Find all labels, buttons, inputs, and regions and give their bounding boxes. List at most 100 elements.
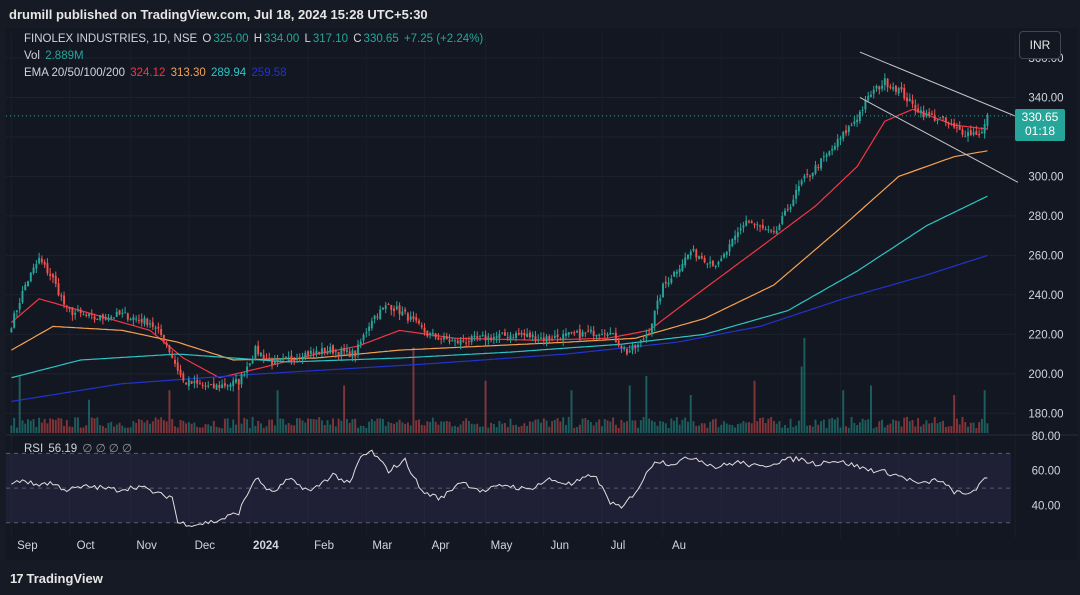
volume-bar [409, 425, 412, 433]
volume-bar [190, 423, 193, 433]
volume-bar [667, 427, 670, 433]
candle-body [772, 231, 775, 233]
candle-body [598, 334, 601, 336]
currency-button[interactable]: INR [1019, 31, 1061, 59]
candle-body [379, 309, 382, 320]
volume-label[interactable]: Vol [24, 50, 40, 62]
volume-bar [886, 424, 889, 433]
candle-body [673, 271, 676, 277]
candle-body [537, 339, 540, 341]
volume-bar [609, 421, 612, 433]
volume-bar [650, 420, 653, 433]
volume-bar [254, 425, 257, 433]
candle-body [858, 111, 861, 121]
volume-bar [118, 422, 121, 433]
volume-bar [476, 423, 479, 433]
time-tick-label: May [491, 540, 513, 552]
chart-panel[interactable]: 180.00 200.00 220.00 240.00 260.00 280.00 300.… [6, 28, 1078, 560]
volume-bar [501, 423, 504, 433]
candle-body [198, 383, 201, 385]
candle-body [553, 335, 556, 338]
candle-body [251, 358, 254, 364]
candle-body [808, 175, 811, 177]
candle-body [282, 357, 285, 360]
candle-body [232, 380, 235, 386]
volume-bar [418, 419, 420, 433]
candle-body [936, 119, 939, 121]
candle-body [99, 315, 102, 320]
volume-bar [892, 419, 895, 433]
time-tick-label: Apr [432, 540, 450, 552]
candle-body [706, 263, 709, 265]
open-value: 325.00 [213, 33, 249, 45]
candle-body [881, 85, 884, 89]
candle-body [720, 258, 723, 262]
volume-bar [784, 424, 786, 433]
candle-body [348, 351, 351, 357]
candle-body [146, 318, 149, 326]
candle-body [567, 332, 570, 336]
candle-body [950, 123, 953, 125]
legend-symbol[interactable]: FINOLEX INDUSTRIES, 1D, NSE [24, 33, 197, 45]
bar-countdown: 01:18 [1024, 124, 1056, 138]
candle-body [60, 295, 63, 297]
volume-bar [620, 419, 623, 433]
volume-bar [775, 423, 778, 433]
volume-bar [759, 418, 762, 433]
volume-bar [287, 423, 290, 433]
legend-ema-row: EMA 20/50/100/200 324.12 313.30 289.94 2… [24, 67, 289, 79]
volume-bar [553, 419, 556, 433]
volume-bar [709, 421, 712, 433]
volume-bar [839, 427, 842, 433]
volume-bar [348, 422, 351, 433]
candle-body [467, 341, 470, 343]
volume-bar [271, 419, 274, 433]
volume-bar [814, 419, 817, 433]
volume-bar [648, 418, 651, 433]
candle-body [886, 78, 889, 88]
volume-bar [431, 417, 434, 433]
volume-bar [517, 426, 520, 433]
candle-body [490, 337, 493, 341]
ema-label[interactable]: EMA 20/50/100/200 [24, 67, 125, 79]
candle-body [185, 382, 188, 385]
volume-bar [731, 424, 734, 433]
candle-body [703, 257, 706, 263]
candle-body [867, 95, 870, 101]
volume-bar [298, 418, 301, 433]
candle-body [759, 225, 762, 227]
volume-bar [470, 423, 473, 433]
candle-body [398, 305, 401, 315]
candle-body [836, 139, 839, 147]
candle-body [784, 210, 786, 216]
volume-bar [235, 424, 237, 433]
volume-bar [548, 426, 551, 433]
candle-body [29, 272, 32, 282]
volume-bar [65, 420, 68, 433]
volume-bar [689, 395, 692, 433]
chart-svg[interactable]: 180.00 200.00 220.00 240.00 260.00 280.00 300.… [6, 28, 1078, 560]
candle-body [54, 275, 57, 284]
tradingview-logo[interactable]: 17 TradingView [10, 571, 103, 586]
candle-body [121, 312, 124, 314]
volume-bar [742, 421, 745, 433]
volume-bar [473, 424, 476, 433]
volume-bar [509, 418, 512, 433]
candle-body [517, 332, 520, 335]
candle-body [140, 319, 143, 323]
time-tick-label: Jun [551, 540, 570, 552]
volume-bar [734, 427, 737, 433]
candle-body [556, 334, 559, 338]
rsi-label[interactable]: RSI [24, 443, 43, 455]
candle-body [126, 313, 129, 320]
ema20-value: 324.12 [130, 67, 166, 79]
volume-bar [911, 420, 914, 433]
volume-bar [894, 420, 897, 433]
volume-bar [140, 419, 143, 433]
candle-body [595, 334, 598, 337]
volume-bar [526, 425, 529, 433]
candle-body [845, 130, 847, 134]
candle-body [842, 132, 845, 139]
volume-bar [368, 421, 371, 433]
volume-bar [426, 421, 429, 433]
